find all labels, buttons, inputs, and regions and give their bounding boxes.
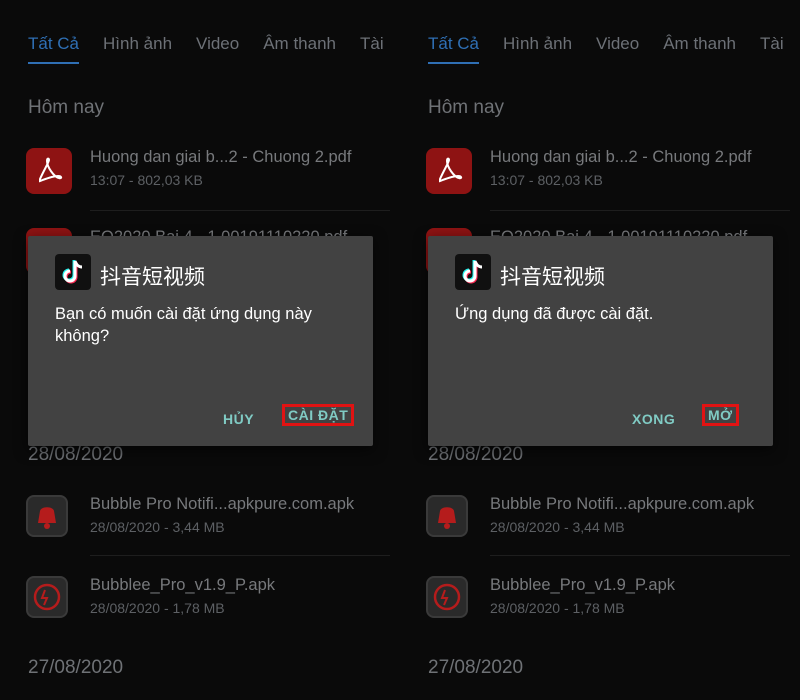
screen-install-prompt: Tất Cả Hình ảnh Video Âm thanh Tài Hôm nay H… [0, 0, 400, 700]
file-item[interactable]: Bubblee_Pro_v1.9_P.apk 28/08/2020 - 1,78… [26, 574, 386, 624]
file-name: Huong dan giai b...2 - Chuong 2.pdf [90, 148, 352, 166]
file-name: Bubblee_Pro_v1.9_P.apk [490, 576, 676, 594]
pdf-icon [26, 148, 72, 194]
install-complete-dialog: 抖音短视频 Ứng dụng đã được cài đặt. XONG MỞ [428, 236, 773, 446]
section-header-date: 28/08/2020 [428, 444, 524, 465]
tab-video[interactable]: Video [196, 34, 239, 62]
file-type-tabs: Tất Cả Hình ảnh Video Âm thanh Tài [428, 34, 800, 64]
file-item[interactable]: Bubble Pro Notifi...apkpure.com.apk 28/0… [426, 493, 786, 543]
file-item[interactable]: Bubble Pro Notifi...apkpure.com.apk 28/0… [26, 493, 386, 543]
file-name: Bubble Pro Notifi...apkpure.com.apk [90, 495, 355, 513]
tab-audio[interactable]: Âm thanh [663, 34, 736, 62]
tab-images[interactable]: Hình ảnh [103, 34, 172, 62]
dialog-app-name: 抖音短视频 [100, 266, 205, 289]
open-button[interactable]: MỞ [702, 404, 739, 426]
bell-icon [426, 495, 468, 537]
tab-images[interactable]: Hình ảnh [503, 34, 572, 62]
divider [490, 555, 790, 556]
pdf-icon [426, 148, 472, 194]
cancel-button[interactable]: HỦY [218, 409, 259, 429]
file-item[interactable]: Huong dan giai b...2 - Chuong 2.pdf 13:0… [26, 146, 386, 196]
install-button[interactable]: CÀI ĐẶT [282, 404, 355, 426]
file-meta: 28/08/2020 - 1,78 MB [490, 600, 625, 616]
divider [90, 555, 390, 556]
file-meta: 13:07 - 802,03 KB [90, 172, 203, 188]
bell-icon [26, 495, 68, 537]
tab-video[interactable]: Video [596, 34, 639, 62]
done-button[interactable]: XONG [627, 409, 680, 429]
file-name: Huong dan giai b...2 - Chuong 2.pdf [490, 148, 752, 166]
section-header-today: Hôm nay [28, 97, 105, 118]
section-header-today: Hôm nay [428, 97, 505, 118]
install-dialog: 抖音短视频 Bạn có muốn cài đặt ứng dụng này k… [28, 236, 373, 446]
tiktok-icon [455, 254, 491, 290]
dialog-message: Ứng dụng đã được cài đặt. [455, 305, 654, 323]
tiktok-icon [55, 254, 91, 290]
dialog-app-name: 抖音短视频 [500, 266, 605, 289]
section-header-date: 27/08/2020 [28, 657, 124, 678]
section-header-date: 27/08/2020 [428, 657, 524, 678]
screen-install-complete: Tất Cả Hình ảnh Video Âm thanh Tài Hôm nay H… [400, 0, 800, 700]
bubble-icon [426, 576, 468, 618]
file-name: Bubblee_Pro_v1.9_P.apk [90, 576, 276, 594]
file-item[interactable]: Huong dan giai b...2 - Chuong 2.pdf 13:0… [426, 146, 786, 196]
tab-documents[interactable]: Tài [760, 34, 784, 62]
tab-all[interactable]: Tất Cả [28, 34, 80, 64]
tab-all[interactable]: Tất Cả [428, 34, 480, 64]
section-header-date: 28/08/2020 [28, 444, 124, 465]
file-meta: 28/08/2020 - 3,44 MB [490, 519, 625, 535]
divider [90, 210, 390, 211]
file-item[interactable]: Bubblee_Pro_v1.9_P.apk 28/08/2020 - 1,78… [426, 574, 786, 624]
bubble-icon [26, 576, 68, 618]
dialog-message: Bạn có muốn cài đặt ứng dụng này không? [55, 305, 312, 345]
file-meta: 28/08/2020 - 1,78 MB [90, 600, 225, 616]
file-type-tabs: Tất Cả Hình ảnh Video Âm thanh Tài [28, 34, 400, 64]
tab-documents[interactable]: Tài [360, 34, 384, 62]
file-name: Bubble Pro Notifi...apkpure.com.apk [490, 495, 755, 513]
divider [490, 210, 790, 211]
file-meta: 28/08/2020 - 3,44 MB [90, 519, 225, 535]
file-meta: 13:07 - 802,03 KB [490, 172, 603, 188]
tab-audio[interactable]: Âm thanh [263, 34, 336, 62]
